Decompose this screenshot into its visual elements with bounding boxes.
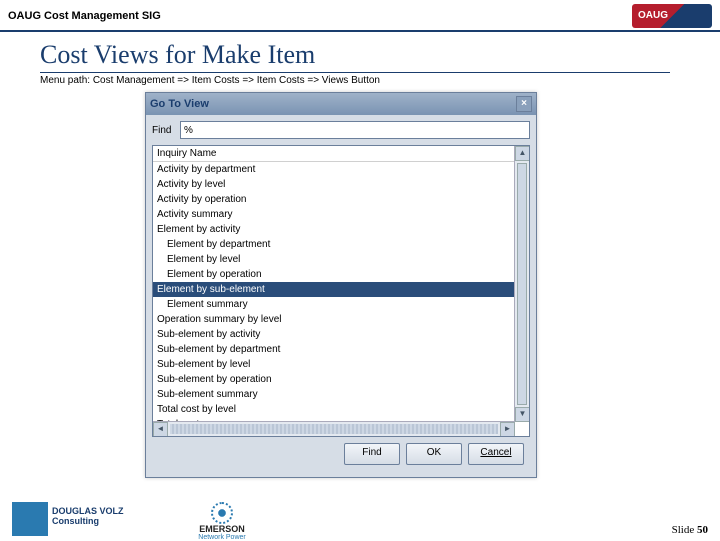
dialog-titlebar: Go To View × [146,93,536,115]
header-title: OAUG Cost Management SIG [8,10,161,22]
slide-number: Slide 50 [672,524,708,536]
cancel-button[interactable]: Cancel [468,443,524,465]
list-item[interactable]: Element by activity [153,222,529,237]
goto-view-dialog: Go To View × Find Inquiry Name Activity … [145,92,537,478]
douglas-volz-logo [12,502,132,536]
close-icon[interactable]: × [516,96,532,112]
footer: EMERSON Network Power Slide 50 [0,502,720,536]
list-item[interactable]: Activity summary [153,207,529,222]
list-item[interactable]: Element by level [153,252,529,267]
scrollbar-horizontal[interactable]: ◄ ► [153,421,515,436]
list-item[interactable]: Activity by department [153,162,529,177]
scroll-right-icon[interactable]: ► [500,422,515,437]
scroll-down-icon[interactable]: ▼ [515,407,530,422]
list-item[interactable]: Activity by level [153,177,529,192]
list-item[interactable]: Sub-element by level [153,357,529,372]
scroll-up-icon[interactable]: ▲ [515,146,530,161]
list-item[interactable]: Total cost by level [153,402,529,417]
list-item[interactable]: Element by department [153,237,529,252]
scroll-thumb-vertical[interactable] [517,163,527,405]
oaug-logo [632,4,712,28]
list-item[interactable]: Element summary [153,297,529,312]
list-item[interactable]: Operation summary by level [153,312,529,327]
slide-title: Cost Views for Make Item [40,40,670,73]
inquiry-listbox[interactable]: Inquiry Name Activity by departmentActiv… [152,145,530,437]
scrollbar-vertical[interactable]: ▲ ▼ [514,146,529,422]
menu-path: Menu path: Cost Management => Item Costs… [40,75,720,86]
ok-button[interactable]: OK [406,443,462,465]
list-item[interactable]: Sub-element summary [153,387,529,402]
list-item[interactable]: Sub-element by department [153,342,529,357]
find-label: Find [152,125,180,136]
emerson-logo: EMERSON Network Power [172,502,272,536]
list-item[interactable]: Element by sub-element [153,282,529,297]
list-item[interactable]: Element by operation [153,267,529,282]
dialog-title: Go To View [150,98,209,110]
list-item[interactable]: Activity by operation [153,192,529,207]
find-input[interactable] [180,121,530,139]
list-item[interactable]: Sub-element by operation [153,372,529,387]
list-item[interactable]: Sub-element by activity [153,327,529,342]
scroll-thumb-horizontal[interactable] [170,424,498,434]
find-button[interactable]: Find [344,443,400,465]
header-bar: OAUG Cost Management SIG [0,0,720,32]
scroll-left-icon[interactable]: ◄ [153,422,168,437]
list-header: Inquiry Name [153,146,529,162]
